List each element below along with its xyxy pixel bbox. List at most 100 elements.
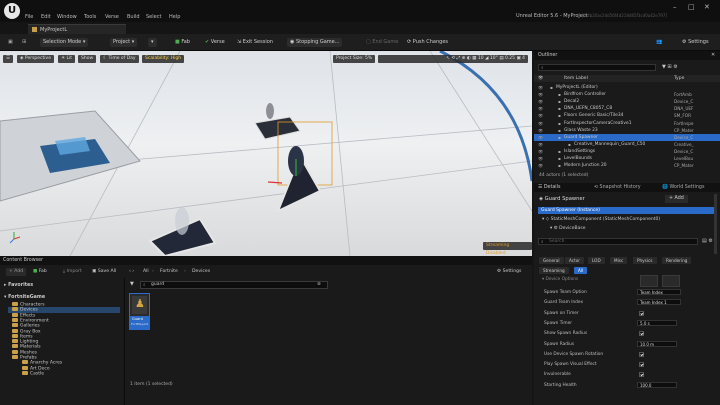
outliner-row[interactable]: 👁 ▪ IslandSettings Device_C xyxy=(534,148,720,155)
outliner-row[interactable]: 👁 ▪ MyProjectL (Editor) xyxy=(534,84,720,91)
history-back-icon[interactable]: ‹ › xyxy=(129,268,134,276)
property-checkbox[interactable] xyxy=(639,351,644,357)
filter-tab-streaming[interactable]: Streaming xyxy=(539,267,569,274)
viewport-menu-button[interactable]: ☰ xyxy=(3,55,14,63)
menu-select[interactable]: Select xyxy=(146,14,161,20)
outliner-row[interactable]: 👁 ▪ Glass Waste 23 CP_Mater xyxy=(534,127,720,134)
outliner-search-input[interactable]: ⌕ xyxy=(538,64,656,71)
visibility-eye-icon[interactable]: 👁 xyxy=(538,148,543,155)
selection-mode-dropdown[interactable]: Selection Mode ▾ xyxy=(40,38,89,47)
menu-tools[interactable]: Tools xyxy=(84,14,96,20)
property-dropdown[interactable]: Team Index xyxy=(637,289,681,295)
filter-tab-rendering[interactable]: Rendering xyxy=(662,257,692,264)
filter-tab-physics[interactable]: Physics xyxy=(633,257,657,264)
fab-button[interactable]: ■ Fab xyxy=(175,38,190,47)
show-button[interactable]: Show xyxy=(78,55,97,63)
instance-row[interactable]: Guard Spawner (Instance) xyxy=(538,207,714,214)
content-browser-tab[interactable]: Content Browser xyxy=(3,258,43,263)
details-add-button[interactable]: + Add xyxy=(665,195,688,203)
outliner-row[interactable]: 👁 ▪ LevelBounds LevelBou xyxy=(534,155,720,162)
property-checkbox[interactable] xyxy=(639,372,644,378)
property-field[interactable]: 100.0 xyxy=(637,381,677,388)
unreal-logo-icon[interactable]: U xyxy=(4,3,20,19)
perspective-button[interactable]: ◈ Perspective xyxy=(17,55,54,63)
visibility-eye-icon[interactable]: 👁 xyxy=(538,112,543,119)
menu-file[interactable]: File xyxy=(25,14,33,20)
outliner-row[interactable]: 👁 ▪ Decal2 Device_C xyxy=(534,98,720,105)
details-view-options-icon[interactable]: ▤ ⚙ xyxy=(702,238,713,244)
outliner-filter-icon[interactable]: ▼ ⊞ ⚙ xyxy=(662,64,678,70)
filter-tab-lod[interactable]: LOD xyxy=(588,257,605,264)
filter-tab-all[interactable]: All xyxy=(574,267,588,274)
menu-help[interactable]: Help xyxy=(169,14,180,20)
details-search-input[interactable]: ⌕ Search xyxy=(538,238,698,245)
breadcrumb-all[interactable]: All xyxy=(143,268,149,276)
viewport-tools[interactable]: ↖ ⟲ ⤢ ⊕ ◐ ▦ 10 ◢ 10° ▤ 0.25 ▣ 4 xyxy=(378,55,528,63)
outliner-row[interactable]: 👁 ▪ Birdfrom Controller FortAmb xyxy=(534,91,720,98)
level-viewport[interactable]: ☰ ◈ Perspective ☀ Lit Show ☾ Time of Day… xyxy=(0,51,532,256)
outliner-row[interactable]: 👁 ▪ Guard Spawner Device_C xyxy=(534,133,720,141)
splitter[interactable] xyxy=(124,278,125,405)
exit-session-button[interactable]: ⇲ Exit Session xyxy=(237,38,273,47)
root-folder-header[interactable]: ▾ FortniteGame xyxy=(4,295,45,300)
visibility-eye-icon[interactable]: 👁 xyxy=(538,141,543,148)
menu-window[interactable]: Window xyxy=(57,14,77,20)
outliner-row[interactable]: 👁 ▪ Modern Junction 20 CP_Mater xyxy=(534,162,720,168)
favorites-header[interactable]: ▸ Favorites xyxy=(4,283,33,288)
folder-castle[interactable]: Castle xyxy=(22,370,44,376)
property-field[interactable]: 10.0 m xyxy=(637,340,677,347)
visibility-column-icon[interactable]: 👁 xyxy=(538,76,543,81)
menu-build[interactable]: Build xyxy=(127,14,140,20)
visibility-eye-icon[interactable]: 👁 xyxy=(538,84,543,91)
outliner-row[interactable]: 👁 ▪ DNA_UEFN_C8057_C8 DNA_UEF xyxy=(534,105,720,112)
property-checkbox[interactable] xyxy=(639,331,644,337)
time-of-day-button[interactable]: ☾ Time of Day xyxy=(100,55,139,63)
content-icon[interactable]: ⊞ xyxy=(22,38,26,47)
breadcrumb-devices[interactable]: Devices xyxy=(192,268,210,276)
component-row[interactable]: ▾ ◇ StaticMeshComponent (StaticMeshCompo… xyxy=(542,217,660,222)
project-tab[interactable]: MyProjectL xyxy=(28,24,126,34)
breadcrumb-fortnite[interactable]: Fortnite xyxy=(160,268,178,276)
outliner-row[interactable]: 👁 ▪ FortInspectorCameraCreative1 FortInspe xyxy=(534,120,720,127)
filter-tab-misc[interactable]: Misc xyxy=(610,257,628,264)
outliner-tab[interactable]: Outliner xyxy=(538,53,557,58)
outliner-row[interactable]: 👁 ▪ Floors Generic Basic/Tile34 SM_FOR xyxy=(534,112,720,119)
visibility-eye-icon[interactable]: 👁 xyxy=(538,120,543,127)
create-dropdown[interactable]: ▾ xyxy=(148,38,157,47)
import-button[interactable]: ⤓ Import xyxy=(63,268,82,276)
lit-button[interactable]: ☀ Lit xyxy=(58,55,75,63)
visibility-eye-icon[interactable]: 👁 xyxy=(538,98,543,105)
world-settings-tab[interactable]: 🌐 World Settings xyxy=(662,185,704,190)
menu-edit[interactable]: Edit xyxy=(41,14,51,20)
end-game-button[interactable]: ▢ End Game xyxy=(366,38,398,47)
filter-icon[interactable]: ▼ xyxy=(130,281,134,287)
visibility-eye-icon[interactable]: 👁 xyxy=(538,155,543,162)
project-size-indicator[interactable]: Project Size: 5% xyxy=(333,55,376,63)
property-field[interactable]: 5.0 s xyxy=(637,319,677,326)
filter-tab-general[interactable]: General xyxy=(539,257,564,264)
type-column[interactable]: Type xyxy=(674,76,684,81)
account-icon[interactable]: 👥 xyxy=(656,38,662,47)
push-changes-button[interactable]: ⟳ Push Changes xyxy=(407,38,448,47)
section-header[interactable]: ▾ Device Options xyxy=(542,277,578,282)
visibility-eye-icon[interactable]: 👁 xyxy=(538,134,543,141)
save-all-button[interactable]: ▣ Save All xyxy=(92,268,116,276)
details-scrollbar[interactable] xyxy=(714,194,717,254)
device-base-row[interactable]: ▾ ⚙ DeviceBase xyxy=(550,226,586,231)
visibility-eye-icon[interactable]: 👁 xyxy=(538,162,543,168)
visibility-eye-icon[interactable]: 👁 xyxy=(538,105,543,112)
fab-content-button[interactable]: ■ Fab xyxy=(33,268,47,276)
asset-tile-guard[interactable]: ♟ Guard FortPlayerS xyxy=(129,293,150,330)
details-tab[interactable]: ☰ Details xyxy=(538,185,560,190)
snapshot-history-tab[interactable]: ⟲ Snapshot History xyxy=(594,185,641,190)
minimize-icon[interactable]: – xyxy=(673,3,677,11)
filter-tab-actor[interactable]: Actor xyxy=(565,257,585,264)
visibility-eye-icon[interactable]: 👁 xyxy=(538,127,543,134)
close-icon[interactable]: ✕ xyxy=(704,3,710,11)
visibility-eye-icon[interactable]: 👁 xyxy=(538,91,543,98)
verse-button[interactable]: ✔ Verse xyxy=(205,38,225,47)
project-dropdown[interactable]: Project ▾ xyxy=(110,38,138,47)
maximize-icon[interactable]: □ xyxy=(688,3,695,11)
clear-search-icon[interactable]: ⊗ xyxy=(317,282,321,287)
content-search-input[interactable]: ⌕ guard ⊗ xyxy=(140,281,328,289)
